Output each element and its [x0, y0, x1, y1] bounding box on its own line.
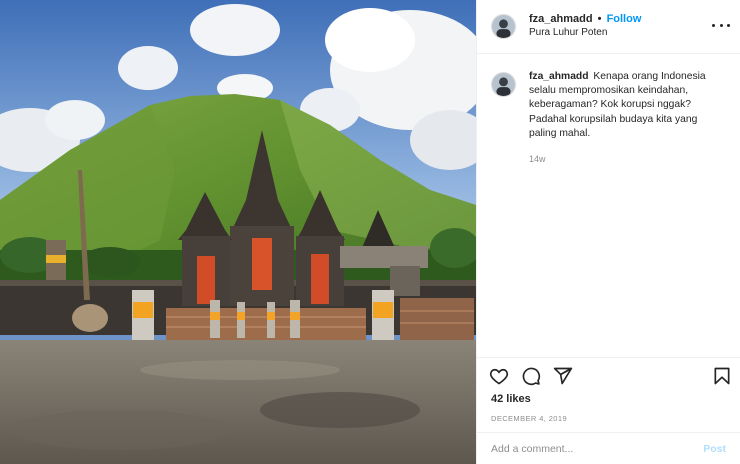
separator-dot: •	[597, 13, 602, 26]
instagram-post: fza_ahmadd • Follow Pura Luhur Poten fza…	[0, 0, 740, 464]
post-date: DECEMBER 4, 2019	[491, 414, 568, 423]
likes-count[interactable]: 42 likes	[477, 393, 740, 405]
post-details-panel: fza_ahmadd • Follow Pura Luhur Poten fza…	[476, 0, 740, 464]
action-icons	[477, 358, 740, 394]
heart-icon[interactable]	[489, 366, 509, 386]
post-comment-button[interactable]: Post	[703, 443, 726, 455]
header-text: fza_ahmadd • Follow Pura Luhur Poten	[529, 13, 641, 39]
avatar[interactable]	[491, 14, 516, 39]
post-header: fza_ahmadd • Follow Pura Luhur Poten	[477, 0, 740, 54]
comment-icon[interactable]	[521, 366, 541, 386]
header-top-line: fza_ahmadd • Follow	[529, 13, 641, 27]
actions-area: 42 likes DECEMBER 4, 2019	[477, 357, 740, 423]
temple-mountain-image	[0, 0, 476, 464]
comment-input[interactable]	[491, 442, 704, 455]
caption-avatar[interactable]	[491, 72, 516, 97]
caption-body: fza_ahmadd Kenapa orang Indonesia selalu…	[529, 70, 726, 165]
caption-username[interactable]: fza_ahmadd	[529, 71, 589, 82]
username-link[interactable]: fza_ahmadd	[529, 13, 593, 25]
post-photo[interactable]	[0, 0, 476, 464]
caption-time: 14w	[529, 154, 546, 165]
caption: fza_ahmadd Kenapa orang Indonesia selalu…	[477, 54, 740, 165]
share-icon[interactable]	[553, 366, 573, 386]
more-options-icon[interactable]	[712, 17, 730, 33]
bookmark-icon[interactable]	[712, 366, 732, 386]
location-link[interactable]: Pura Luhur Poten	[529, 27, 641, 40]
comment-bar: Post	[477, 432, 740, 464]
follow-button[interactable]: Follow	[607, 13, 642, 25]
